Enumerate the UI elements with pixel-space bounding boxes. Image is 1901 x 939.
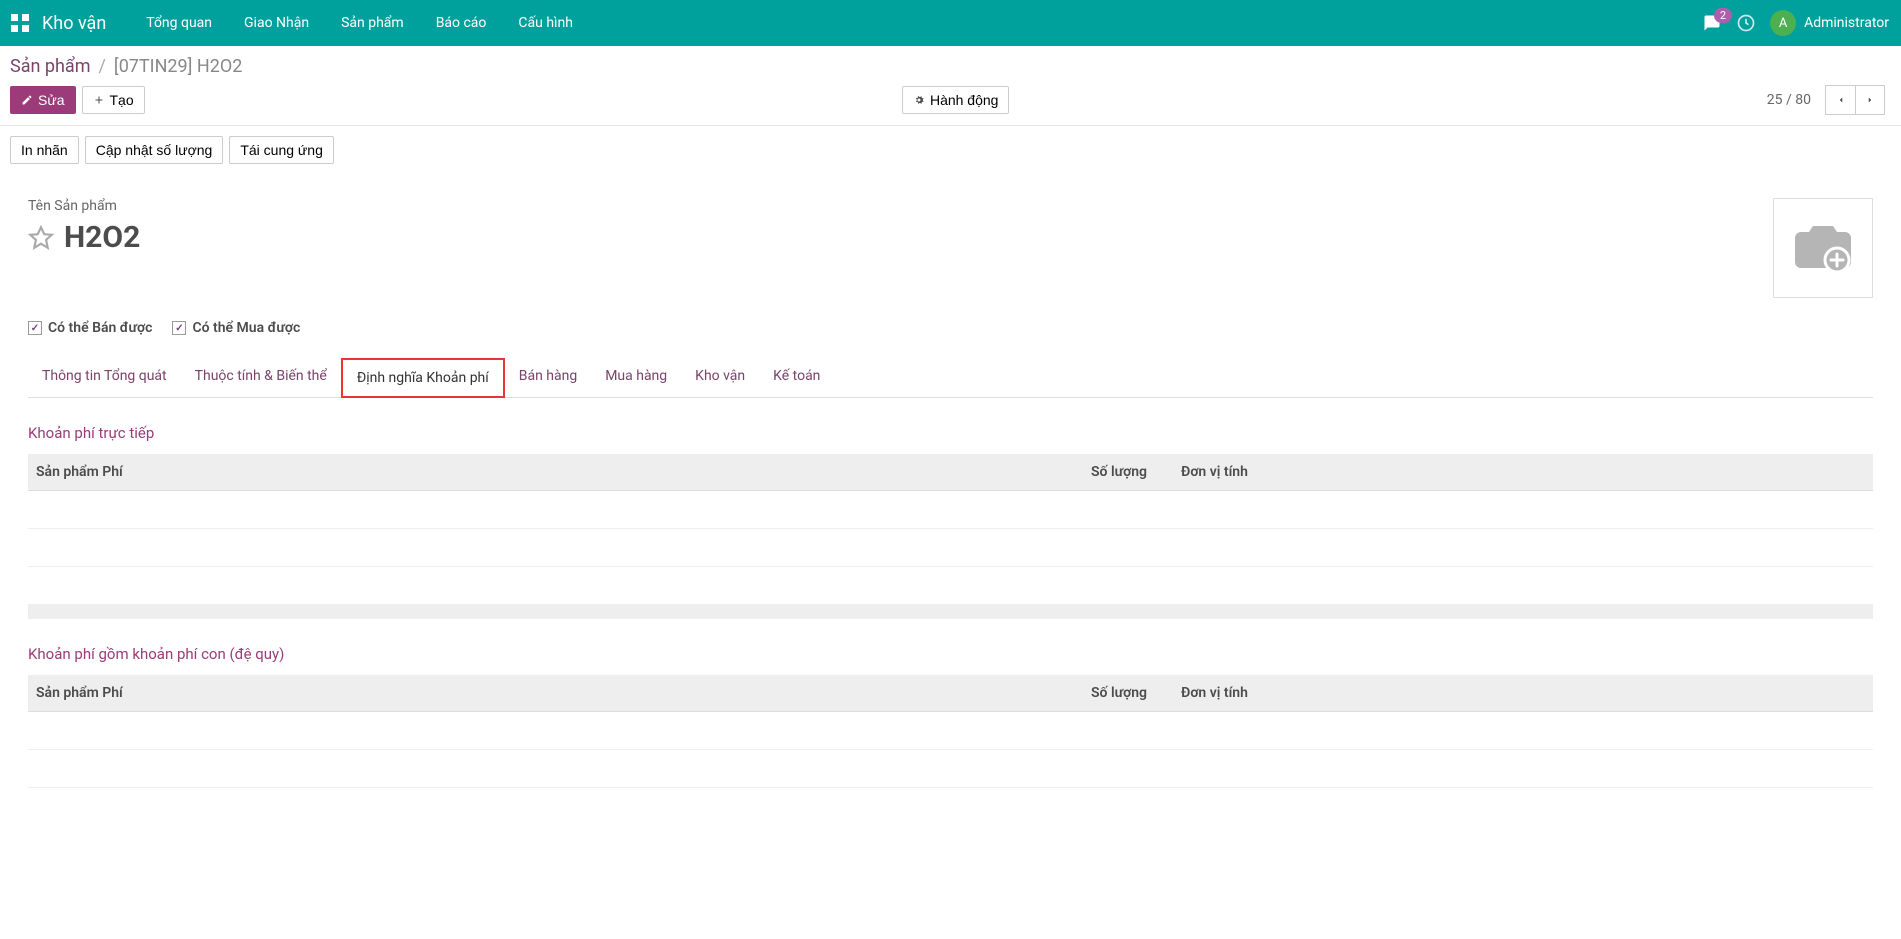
menu-item-config[interactable]: Cấu hình bbox=[502, 0, 589, 46]
form-sheet: Tên Sản phẩm H2O2 ✓ Có thể Bán bbox=[0, 174, 1901, 812]
menu-item-reports[interactable]: Báo cáo bbox=[420, 0, 503, 46]
checkbox-row: ✓ Có thể Bán được ✓ Có thể Mua được bbox=[28, 320, 1873, 336]
action-button[interactable]: Hành động bbox=[902, 86, 1010, 114]
col-product[interactable]: Sản phẩm Phí bbox=[28, 454, 1083, 491]
apps-icon[interactable] bbox=[8, 11, 32, 35]
col-qty[interactable]: Số lượng bbox=[1083, 675, 1173, 712]
pager-prev-button[interactable] bbox=[1825, 85, 1855, 115]
navbar-menu: Tổng quan Giao Nhận Sản phẩm Báo cáo Cấu… bbox=[130, 0, 589, 46]
navbar-right: 2 A Administrator bbox=[1702, 10, 1893, 36]
messages-icon[interactable]: 2 bbox=[1702, 14, 1722, 32]
chevron-right-icon bbox=[1865, 93, 1875, 107]
product-name: H2O2 bbox=[64, 220, 140, 255]
breadcrumb-root[interactable]: Sản phẩm bbox=[10, 56, 90, 77]
table-row[interactable] bbox=[28, 712, 1873, 750]
tab-purchase[interactable]: Mua hàng bbox=[591, 358, 681, 397]
form-view: Tên Sản phẩm H2O2 ✓ Có thể Bán bbox=[0, 174, 1901, 812]
favorite-star-icon[interactable] bbox=[28, 225, 54, 251]
avatar: A bbox=[1770, 10, 1796, 36]
tab-inventory[interactable]: Kho vận bbox=[681, 358, 759, 397]
direct-fee-title: Khoản phí trực tiếp bbox=[28, 424, 1873, 442]
product-image-upload[interactable] bbox=[1773, 198, 1873, 298]
plus-icon bbox=[93, 94, 105, 106]
tab-accounting[interactable]: Kế toán bbox=[759, 358, 834, 397]
check-icon: ✓ bbox=[172, 321, 186, 335]
chevron-left-icon bbox=[1836, 93, 1846, 107]
pager-nav bbox=[1825, 85, 1885, 115]
activity-icon[interactable] bbox=[1736, 13, 1756, 33]
menu-item-overview[interactable]: Tổng quan bbox=[130, 0, 228, 46]
menu-item-products[interactable]: Sản phẩm bbox=[325, 0, 420, 46]
edit-create-group: Sửa Tạo bbox=[10, 86, 145, 114]
col-uom[interactable]: Đơn vị tính bbox=[1173, 454, 1873, 491]
check-icon: ✓ bbox=[28, 321, 42, 335]
create-button[interactable]: Tạo bbox=[82, 86, 145, 114]
table-row[interactable] bbox=[28, 567, 1873, 605]
edit-button[interactable]: Sửa bbox=[10, 86, 76, 114]
recursive-fee-title: Khoản phí gồm khoản phí con (đệ quy) bbox=[28, 645, 1873, 663]
table-row[interactable] bbox=[28, 529, 1873, 567]
can-buy-checkbox[interactable]: ✓ Có thể Mua được bbox=[172, 320, 300, 336]
camera-plus-icon bbox=[1791, 222, 1855, 274]
col-product[interactable]: Sản phẩm Phí bbox=[28, 675, 1083, 712]
top-navbar: Kho vận Tổng quan Giao Nhận Sản phẩm Báo… bbox=[0, 0, 1901, 46]
col-uom[interactable]: Đơn vị tính bbox=[1173, 675, 1873, 712]
table-footer-bar bbox=[28, 605, 1873, 619]
replenish-button[interactable]: Tái cung ứng bbox=[229, 136, 334, 164]
pager-next-button[interactable] bbox=[1855, 85, 1885, 115]
user-menu[interactable]: A Administrator bbox=[1770, 10, 1893, 36]
status-bar: In nhãn Cập nhật số lượng Tái cung ứng bbox=[0, 126, 1901, 174]
tab-sales[interactable]: Bán hàng bbox=[505, 358, 591, 397]
print-label-button[interactable]: In nhãn bbox=[10, 136, 79, 164]
recursive-fee-table: Sản phẩm Phí Số lượng Đơn vị tính bbox=[28, 675, 1873, 788]
user-name: Administrator bbox=[1804, 15, 1889, 31]
breadcrumb-separator: / bbox=[98, 56, 105, 77]
breadcrumb: Sản phẩm / [07TIN29] H2O2 bbox=[10, 56, 1885, 77]
pager-text: 25 / 80 bbox=[1767, 92, 1811, 108]
table-row[interactable] bbox=[28, 491, 1873, 529]
app-title[interactable]: Kho vận bbox=[42, 13, 106, 34]
can-sell-checkbox[interactable]: ✓ Có thể Bán được bbox=[28, 320, 152, 336]
direct-fee-table: Sản phẩm Phí Số lượng Đơn vị tính bbox=[28, 454, 1873, 605]
control-panel: Sản phẩm / [07TIN29] H2O2 Sửa Tạo Hành đ… bbox=[0, 46, 1901, 126]
pencil-icon bbox=[21, 94, 33, 106]
tab-fee-definition[interactable]: Định nghĩa Khoản phí bbox=[341, 358, 505, 398]
update-qty-button[interactable]: Cập nhật số lượng bbox=[85, 136, 224, 164]
product-name-label: Tên Sản phẩm bbox=[28, 198, 1773, 214]
gear-icon bbox=[913, 94, 925, 106]
tab-variants[interactable]: Thuộc tính & Biến thể bbox=[181, 358, 341, 397]
menu-item-operations[interactable]: Giao Nhận bbox=[228, 0, 325, 46]
col-qty[interactable]: Số lượng bbox=[1083, 454, 1173, 491]
breadcrumb-current: [07TIN29] H2O2 bbox=[114, 56, 242, 77]
messages-badge: 2 bbox=[1714, 8, 1732, 23]
form-tabs: Thông tin Tổng quát Thuộc tính & Biến th… bbox=[28, 358, 1873, 398]
tab-general[interactable]: Thông tin Tổng quát bbox=[28, 358, 181, 397]
table-row[interactable] bbox=[28, 750, 1873, 788]
